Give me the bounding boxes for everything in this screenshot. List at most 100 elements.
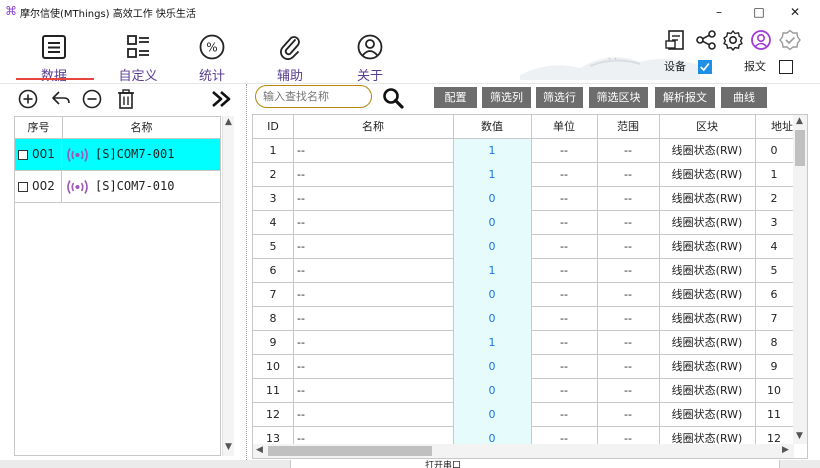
share-icon[interactable] (695, 29, 717, 51)
column-header-name[interactable]: 名称 (293, 115, 453, 139)
user-account-icon[interactable] (750, 29, 772, 51)
cell-name: -- (297, 360, 305, 373)
table-row[interactable]: 2 -- 1 -- -- 线圈状态(RW) 1 (253, 163, 793, 187)
device-row-001[interactable]: 001 [S]COM7-001 (15, 139, 220, 171)
cell-name: -- (297, 240, 305, 253)
column-divider (293, 115, 294, 458)
report-checkbox[interactable] (779, 60, 793, 74)
scroll-left-icon[interactable]: ◀ (256, 445, 263, 455)
table-row[interactable]: 12 -- 0 -- -- 线圈状态(RW) 11 (253, 403, 793, 427)
table-row[interactable]: 11 -- 0 -- -- 线圈状态(RW) 10 (253, 379, 793, 403)
device-checkbox[interactable] (698, 60, 712, 74)
table-row[interactable]: 3 -- 0 -- -- 线圈状态(RW) 2 (253, 187, 793, 211)
device-table: 序号 名称 001 [S]COM7-001 002 [S]COM7-010 (14, 116, 221, 456)
device-list-scrollbar[interactable]: ▲ ▼ (222, 116, 234, 456)
cell-value[interactable]: 1 (453, 331, 531, 355)
table-row[interactable]: 6 -- 1 -- -- 线圈状态(RW) 5 (253, 259, 793, 283)
row-checkbox[interactable] (18, 150, 28, 160)
cell-address: 7 (770, 312, 778, 325)
column-header-id[interactable]: ID (253, 115, 293, 139)
horizontal-scroll-thumb[interactable] (268, 446, 432, 456)
cell-value[interactable]: 0 (453, 355, 531, 379)
undo-icon[interactable] (50, 88, 72, 110)
scroll-right-icon[interactable]: ▶ (782, 445, 789, 455)
filter-columns-button[interactable]: 筛选列 (482, 87, 531, 108)
cell-value[interactable]: 0 (453, 403, 531, 427)
nav-assist[interactable]: 辅助 (262, 30, 318, 84)
column-header-block[interactable]: 区块 (659, 115, 755, 139)
vertical-scroll-thumb[interactable] (795, 130, 805, 166)
curve-button[interactable]: 曲线 (721, 87, 767, 108)
scroll-up-icon[interactable]: ▲ (796, 116, 803, 126)
row-checkbox[interactable] (18, 182, 28, 192)
cell-range: -- (624, 360, 632, 373)
search-box[interactable] (255, 85, 372, 108)
search-input[interactable] (263, 89, 363, 104)
cell-value[interactable]: 0 (453, 379, 531, 403)
cell-name: -- (297, 192, 305, 205)
column-header-unit[interactable]: 单位 (531, 115, 597, 139)
cell-value[interactable]: 1 (453, 163, 531, 187)
column-header-range[interactable]: 范围 (597, 115, 659, 139)
nav-about[interactable]: 关于 (342, 30, 398, 84)
cell-value[interactable]: 0 (453, 283, 531, 307)
scroll-down-icon[interactable]: ▼ (796, 431, 803, 441)
table-row[interactable]: 9 -- 1 -- -- 线圈状态(RW) 8 (253, 331, 793, 355)
table-row[interactable]: 10 -- 0 -- -- 线圈状态(RW) 9 (253, 355, 793, 379)
table-row[interactable]: 4 -- 0 -- -- 线圈状态(RW) 3 (253, 211, 793, 235)
expand-icon[interactable] (210, 88, 232, 110)
title-bar: ⌘ 摩尔信使(MThings) 高效工作 快乐生活 – □ ✕ (0, 0, 820, 24)
cell-range: -- (624, 384, 632, 397)
cell-address: 10 (767, 384, 781, 397)
scroll-down-icon[interactable]: ▼ (225, 442, 232, 452)
cell-value[interactable]: 1 (453, 259, 531, 283)
signal-broadcast-icon (67, 148, 88, 162)
table-row[interactable]: 5 -- 0 -- -- 线圈状态(RW) 4 (253, 235, 793, 259)
column-header-value[interactable]: 数值 (453, 115, 531, 139)
search-icon[interactable] (380, 86, 406, 110)
cell-id: 3 (269, 192, 277, 205)
settings-gear-icon[interactable] (722, 29, 744, 51)
cell-range: -- (624, 264, 632, 277)
cell-value[interactable]: 0 (453, 187, 531, 211)
cell-block: 线圈状态(RW) (671, 264, 743, 277)
cell-range: -- (624, 336, 632, 349)
nav-stats[interactable]: % 统计 (184, 30, 240, 84)
cell-id: 4 (269, 216, 277, 229)
nav-label: 自定义 (118, 69, 158, 84)
parse-message-button[interactable]: 解析报文 (655, 87, 715, 108)
column-divider (531, 115, 532, 458)
cell-block: 线圈状态(RW) (671, 168, 743, 181)
remove-icon[interactable] (81, 88, 103, 110)
minimize-button[interactable]: – (701, 0, 737, 24)
add-icon[interactable] (17, 88, 39, 110)
table-row[interactable]: 7 -- 0 -- -- 线圈状态(RW) 6 (253, 283, 793, 307)
cell-value[interactable]: 1 (453, 139, 531, 163)
filter-rows-button[interactable]: 筛选行 (536, 87, 583, 108)
cell-range: -- (624, 168, 632, 181)
scroll-up-icon[interactable]: ▲ (225, 117, 232, 127)
verified-badge-icon[interactable] (779, 29, 801, 51)
cell-range: -- (624, 288, 632, 301)
delete-icon[interactable] (115, 88, 137, 110)
cell-name: -- (297, 144, 305, 157)
export-document-icon[interactable] (665, 29, 687, 51)
nav-data[interactable]: 数据 (26, 30, 82, 84)
filter-blocks-button[interactable]: 筛选区块 (589, 87, 648, 108)
cell-value[interactable]: 0 (453, 211, 531, 235)
table-row[interactable]: 8 -- 0 -- -- 线圈状态(RW) 7 (253, 307, 793, 331)
device-row-002[interactable]: 002 [S]COM7-010 (15, 171, 220, 203)
close-button[interactable]: ✕ (777, 0, 813, 24)
cell-address: 3 (770, 216, 778, 229)
pane-splitter[interactable] (246, 84, 249, 460)
column-divider (453, 115, 454, 458)
nav-custom[interactable]: 自定义 (110, 30, 166, 84)
table-row[interactable]: 1 -- 1 -- -- 线圈状态(RW) 0 (253, 139, 793, 163)
cell-value[interactable]: 0 (453, 307, 531, 331)
config-button[interactable]: 配置 (434, 87, 477, 108)
cell-block: 线圈状态(RW) (671, 288, 743, 301)
nav-label: 辅助 (276, 69, 303, 84)
app-logo-icon: ⌘ (5, 4, 17, 18)
cell-value[interactable]: 0 (453, 235, 531, 259)
maximize-button[interactable]: □ (741, 0, 777, 24)
